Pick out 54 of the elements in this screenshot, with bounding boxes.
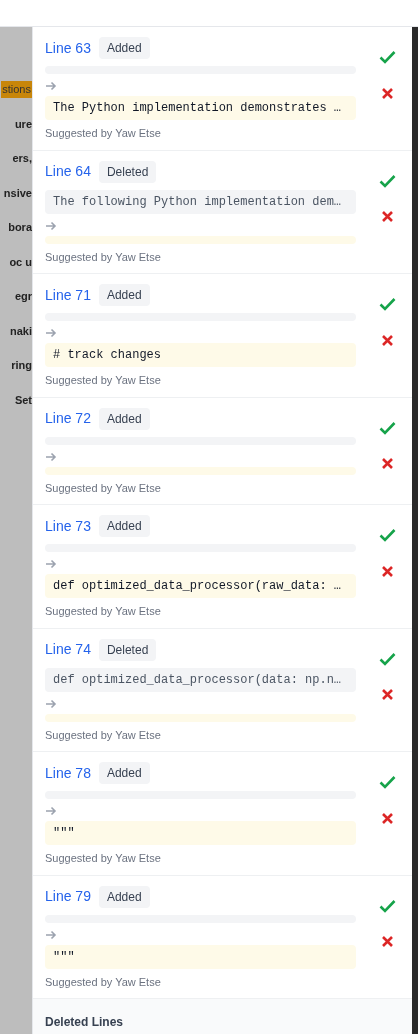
page-text-fragment: naki [10, 323, 32, 339]
page-text-fragment: nsive [3, 185, 32, 201]
suggested-by-text: Suggested by Yaw Etse [45, 727, 162, 743]
page-text-fragment: bora [8, 220, 32, 235]
arrow-right-icon [45, 219, 57, 232]
new-text-box: # track changes [45, 343, 356, 367]
status-tag: Deleted [98, 638, 157, 661]
suggested-by-text: Suggested by Yaw Etse [45, 373, 162, 388]
status-tag: Added [98, 37, 150, 59]
accept-check-icon[interactable] [378, 48, 396, 66]
accept-check-icon[interactable] [378, 526, 396, 544]
section-title: Deleted Lines [45, 1015, 124, 1029]
arrow-right-icon [45, 558, 57, 570]
page-text-fragment: oc u [9, 254, 32, 270]
suggested-by-text: Suggested by Yaw Etse [45, 604, 162, 619]
status-tag: Added [98, 885, 150, 908]
status-tag: Added [98, 407, 150, 430]
suggested-by-text: Suggested by Yaw Etse [45, 126, 162, 141]
page-text-fragment: ring [11, 358, 32, 373]
new-text-box: The Python implementation demonstrates … [45, 96, 356, 120]
old-text-box: def optimized_data_processor(data: np.n… [45, 667, 356, 692]
status-tag: Added [98, 762, 150, 784]
page-text-fragment: stions [1, 81, 32, 98]
line-link[interactable]: Line 63 [45, 37, 91, 59]
accept-check-icon[interactable] [378, 295, 396, 313]
suggested-by-text: Suggested by Yaw Etse [45, 974, 162, 990]
line-link[interactable]: Line 74 [45, 639, 91, 660]
arrow-right-icon [45, 80, 57, 92]
line-link[interactable]: Line 78 [45, 762, 91, 784]
arrow-right-icon [45, 327, 57, 339]
suggested-by-text: Suggested by Yaw Etse [45, 851, 162, 866]
new-text-box: """ [45, 944, 356, 969]
arrow-right-icon [45, 450, 57, 463]
status-tag: Added [98, 515, 150, 537]
line-link[interactable]: Line 64 [45, 161, 91, 182]
arrow-right-icon [45, 805, 57, 817]
arrow-right-icon [45, 697, 57, 710]
old-text-box: The following Python implementation dem… [45, 189, 356, 214]
line-link[interactable]: Line 71 [45, 284, 91, 306]
new-text-box: def optimized_data_processor(raw_data: … [45, 574, 356, 598]
new-text-box: """ [45, 821, 356, 845]
line-link[interactable]: Line 73 [45, 515, 91, 537]
suggested-by-text: Suggested by Yaw Etse [45, 480, 162, 496]
status-tag: Added [98, 284, 150, 306]
arrow-right-icon [45, 928, 57, 941]
page-text-fragment: ers, [12, 151, 32, 166]
page-text-fragment: Set [14, 392, 32, 408]
status-tag: Deleted [98, 160, 157, 183]
accept-check-icon[interactable] [378, 773, 396, 791]
page-text-fragment: egr [14, 289, 32, 304]
line-link[interactable]: Line 72 [45, 408, 91, 429]
page-text-fragment: ure [14, 116, 32, 132]
suggested-by-text: Suggested by Yaw Etse [45, 249, 162, 265]
line-link[interactable]: Line 79 [45, 886, 91, 907]
